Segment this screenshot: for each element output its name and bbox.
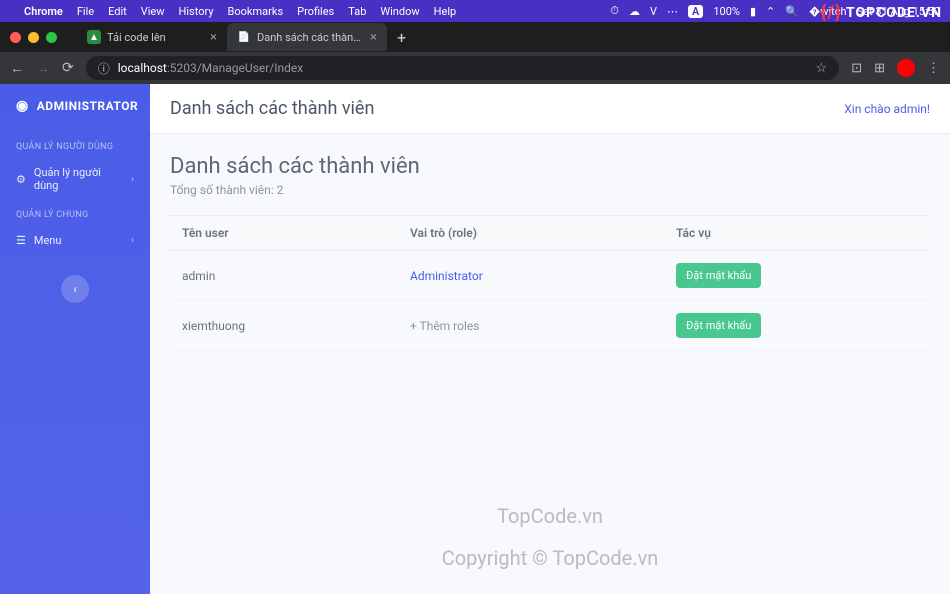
site-info-icon[interactable]: ⓘ bbox=[98, 60, 110, 77]
set-password-button[interactable]: Đặt mật khẩu bbox=[676, 263, 761, 288]
tab-close-icon[interactable]: × bbox=[370, 30, 377, 45]
status-a-badge[interactable]: A bbox=[688, 5, 703, 18]
url-path: :5203/ManageUser/Index bbox=[167, 61, 303, 75]
status-v-badge[interactable]: V bbox=[650, 5, 657, 18]
menubar-window[interactable]: Window bbox=[380, 5, 419, 18]
sidebar-item-label: Quản lý người dùng bbox=[34, 166, 123, 192]
status-dots-icon[interactable]: ⋯ bbox=[667, 5, 678, 18]
new-tab-button[interactable]: + bbox=[387, 28, 416, 47]
cell-username: admin bbox=[170, 251, 398, 301]
extensions-icon[interactable]: ⊞ bbox=[874, 61, 885, 76]
cell-username: xiemthuong bbox=[170, 301, 398, 351]
role-link[interactable]: Administrator bbox=[410, 269, 483, 283]
bookmark-star-icon[interactable]: ☆ bbox=[816, 61, 828, 76]
browser-tab[interactable]: ▲ Tải code lên × bbox=[77, 23, 227, 51]
browser-tabbar: ▲ Tải code lên × 📄 Danh sách các thành v… bbox=[0, 22, 950, 52]
nav-reload-icon[interactable]: ⟳ bbox=[62, 60, 74, 76]
sidebar-brand[interactable]: ◉ ADMINISTRATOR bbox=[0, 98, 150, 132]
table-header-action: Tác vụ bbox=[664, 216, 930, 251]
watermark-logo: {/}TOPCODE.VN bbox=[820, 2, 942, 23]
tab-favicon: ▲ bbox=[87, 30, 101, 44]
chevron-left-icon: ‹ bbox=[73, 282, 77, 296]
page-title: Danh sách các thành viên bbox=[170, 154, 930, 179]
window-maximize[interactable] bbox=[46, 32, 57, 43]
sidebar-item-label: Menu bbox=[34, 234, 62, 247]
tab-favicon: 📄 bbox=[237, 30, 251, 44]
tab-title: Danh sách các thành viên bbox=[257, 31, 364, 44]
browser-addressbar: ← → ⟳ ⓘ localhost:5203/ManageUser/Index … bbox=[0, 52, 950, 84]
menubar-profiles[interactable]: Profiles bbox=[297, 5, 334, 18]
menubar-tab[interactable]: Tab bbox=[348, 5, 366, 18]
menubar-view[interactable]: View bbox=[141, 5, 165, 18]
bluetooth-icon[interactable]: ⌃ bbox=[766, 5, 775, 18]
macos-menubar: Chrome File Edit View History Bookmarks … bbox=[0, 0, 950, 22]
battery-icon: ▮ bbox=[750, 5, 756, 18]
sidebar-item-users[interactable]: ⚙ Quản lý người dùng › bbox=[0, 158, 150, 200]
window-close[interactable] bbox=[10, 32, 21, 43]
content-body: Danh sách các thành viên Tổng số thành v… bbox=[150, 134, 950, 594]
window-minimize[interactable] bbox=[28, 32, 39, 43]
sidebar-collapse-button[interactable]: ‹ bbox=[61, 275, 89, 303]
add-roles-link[interactable]: + Thêm roles bbox=[410, 319, 479, 333]
menubar-help[interactable]: Help bbox=[434, 5, 457, 18]
url-input[interactable]: ⓘ localhost:5203/ManageUser/Index ☆ bbox=[86, 56, 839, 80]
menu-icon: ☰ bbox=[16, 234, 26, 247]
browser-tab-active[interactable]: 📄 Danh sách các thành viên × bbox=[227, 23, 387, 51]
menubar-bookmarks[interactable]: Bookmarks bbox=[228, 5, 284, 18]
cast-icon[interactable]: ⊡ bbox=[851, 61, 862, 76]
status-clock-icon[interactable]: ⏱ bbox=[610, 4, 619, 18]
sidebar-item-menu[interactable]: ☰ Menu › bbox=[0, 226, 150, 255]
sidebar-section-label: QUẢN LÝ CHUNG bbox=[0, 200, 150, 226]
content-header-greeting[interactable]: Xin chào admin! bbox=[844, 102, 930, 116]
table-header-username: Tên user bbox=[170, 216, 398, 251]
table-row: admin Administrator Đặt mật khẩu bbox=[170, 251, 930, 301]
window-controls bbox=[10, 32, 57, 43]
status-cloud-icon[interactable]: ☁ bbox=[629, 5, 640, 18]
gear-icon: ⚙ bbox=[16, 173, 26, 186]
tab-title: Tải code lên bbox=[107, 31, 204, 44]
menubar-history[interactable]: History bbox=[179, 5, 214, 18]
sidebar-section-label: QUẢN LÝ NGƯỜI DÙNG bbox=[0, 132, 150, 158]
status-battery[interactable]: 100% bbox=[713, 5, 740, 18]
table-row: xiemthuong + Thêm roles Đặt mật khẩu bbox=[170, 301, 930, 351]
sidebar: ◉ ADMINISTRATOR QUẢN LÝ NGƯỜI DÙNG ⚙ Quả… bbox=[0, 84, 150, 594]
menubar-file[interactable]: File bbox=[77, 5, 94, 18]
profile-avatar[interactable] bbox=[897, 59, 915, 77]
set-password-button[interactable]: Đặt mật khẩu bbox=[676, 313, 761, 338]
users-table: Tên user Vai trò (role) Tác vụ admin Adm… bbox=[170, 215, 930, 351]
tab-close-icon[interactable]: × bbox=[210, 30, 217, 45]
menubar-edit[interactable]: Edit bbox=[108, 5, 127, 18]
chevron-right-icon: › bbox=[131, 235, 134, 246]
watermark-copyright: Copyright © TopCode.vn bbox=[442, 546, 659, 570]
chevron-right-icon: › bbox=[131, 174, 134, 185]
page-subtitle: Tổng số thành viên: 2 bbox=[170, 183, 930, 197]
admin-app: ◉ ADMINISTRATOR QUẢN LÝ NGƯỜI DÙNG ⚙ Quả… bbox=[0, 84, 950, 594]
content-header: Danh sách các thành viên Xin chào admin! bbox=[150, 84, 950, 134]
content-header-title: Danh sách các thành viên bbox=[170, 98, 374, 119]
main-content: Danh sách các thành viên Xin chào admin!… bbox=[150, 84, 950, 594]
nav-back-icon[interactable]: ← bbox=[10, 60, 24, 77]
browser-menu-icon[interactable]: ⋮ bbox=[927, 61, 940, 76]
dashboard-icon: ◉ bbox=[16, 98, 29, 114]
brand-text: ADMINISTRATOR bbox=[37, 99, 138, 113]
menubar-app[interactable]: Chrome bbox=[24, 5, 63, 18]
nav-forward-icon: → bbox=[36, 60, 50, 77]
watermark-text: TopCode.vn bbox=[497, 504, 603, 528]
table-header-role: Vai trò (role) bbox=[398, 216, 664, 251]
search-icon[interactable]: 🔍 bbox=[785, 5, 799, 18]
url-host: localhost bbox=[118, 61, 167, 75]
